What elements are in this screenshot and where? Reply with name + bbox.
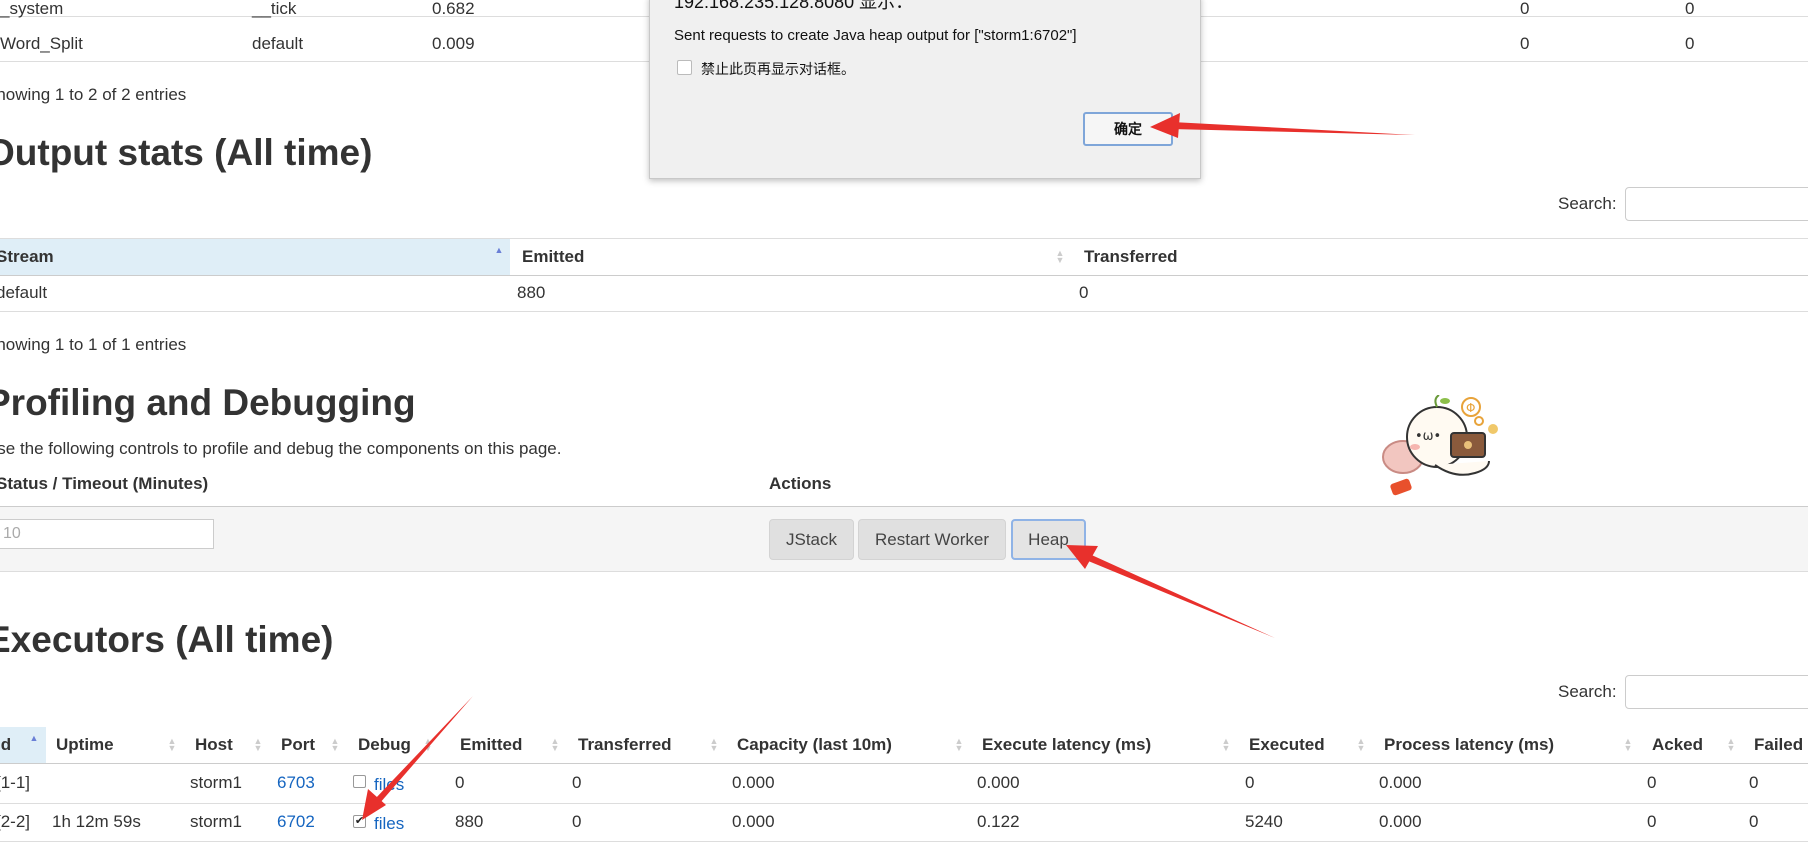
- exec-row-1-proc-latency: 0.000: [1379, 773, 1422, 792]
- exec-row-1-capacity: 0.000: [732, 773, 775, 792]
- exec-row-1-debug-checkbox[interactable]: [353, 775, 366, 788]
- exec-row-1-host: storm1: [190, 773, 242, 792]
- th-process-latency[interactable]: Process latency (ms): [1384, 735, 1554, 755]
- svg-text:Φ: Φ: [1466, 401, 1475, 415]
- sort-icon: ▲ ▼: [330, 736, 340, 753]
- svg-text:•ω•: •ω•: [1415, 429, 1441, 444]
- sort-icon: ▲ ▼: [954, 736, 964, 753]
- th-uptime[interactable]: Uptime: [56, 735, 114, 755]
- dialog-message: Sent requests to create Java heap output…: [674, 27, 1077, 44]
- timeout-input[interactable]: 10: [0, 519, 214, 549]
- exec-row-1-files-link[interactable]: files: [374, 775, 404, 795]
- timeout-placeholder: 10: [3, 525, 21, 542]
- exec-row-1-port-link[interactable]: 6703: [277, 773, 315, 793]
- jstack-button[interactable]: JStack: [769, 519, 854, 560]
- output-stats-search-input[interactable]: [1625, 187, 1808, 221]
- exec-row-2-executed: 5240: [1245, 812, 1283, 831]
- executors-search-label: Search:: [1558, 682, 1617, 701]
- exec-row-2-exec-latency: 0.122: [977, 812, 1020, 831]
- exec-row-2-emitted: 880: [455, 812, 484, 831]
- os-row-transferred: 0: [1079, 283, 1089, 302]
- os-row-emitted: 880: [517, 283, 546, 302]
- exec-row-1-id: [1-1]: [0, 773, 31, 792]
- dialog-title: 192.168.235.128:8080 显示：: [674, 0, 914, 12]
- restart-worker-button[interactable]: Restart Worker: [858, 519, 1006, 560]
- output-stats-search-label: Search:: [1558, 194, 1617, 213]
- exec-row-2-transferred: 0: [572, 812, 582, 831]
- top-row-1-col5: 0: [1685, 0, 1695, 18]
- sort-icon: ▲ ▼: [1221, 736, 1231, 753]
- exec-row-2-acked: 0: [1647, 812, 1657, 831]
- top-row-1-stream: _system: [0, 0, 64, 18]
- th-actions: Actions: [769, 474, 832, 493]
- mascot-sticker-image: •ω• Φ: [1382, 395, 1498, 496]
- th-execute-latency[interactable]: Execute latency (ms): [982, 735, 1151, 755]
- exec-row-2-host: storm1: [190, 812, 242, 831]
- executors-title: Executors (All time): [0, 619, 334, 660]
- exec-row-1-failed: 0: [1749, 773, 1759, 792]
- th-capacity[interactable]: Capacity (last 10m): [737, 735, 892, 755]
- top-row-2-col4: 0: [1520, 34, 1530, 53]
- th-failed[interactable]: Failed: [1754, 735, 1803, 755]
- th-status-timeout: Status / Timeout (Minutes): [0, 474, 209, 493]
- top-table-info: Showing 1 to 2 of 2 entries: [0, 85, 187, 104]
- exec-row-1-emitted: 0: [455, 773, 465, 792]
- sort-icon: ▲ ▼: [709, 736, 719, 753]
- th-executed[interactable]: Executed: [1249, 735, 1325, 755]
- th-transferred[interactable]: Transferred: [1084, 247, 1178, 267]
- exec-row-1-executed: 0: [1245, 773, 1255, 792]
- exec-row-1-acked: 0: [1647, 773, 1657, 792]
- top-row-2-col2: default: [252, 34, 304, 53]
- exec-row-2-id: [2-2]: [0, 812, 31, 831]
- top-row-2-stream: Word_Split: [0, 34, 83, 53]
- exec-row-2-capacity: 0.000: [732, 812, 775, 831]
- output-stats-title: Output stats (All time): [0, 132, 373, 173]
- th-port[interactable]: Port: [281, 735, 315, 755]
- sort-asc-icon: ▲: [29, 733, 39, 743]
- top-row-2-col3: 0.009: [432, 34, 475, 53]
- heap-button[interactable]: Heap: [1011, 519, 1086, 560]
- os-row-stream: default: [0, 283, 48, 302]
- exec-row-2-failed: 0: [1749, 812, 1759, 831]
- exec-row-2-proc-latency: 0.000: [1379, 812, 1422, 831]
- profiling-title: Profiling and Debugging: [0, 382, 416, 423]
- exec-row-2-uptime: 1h 12m 59s: [52, 812, 141, 831]
- sort-icon: ▲ ▼: [167, 736, 177, 753]
- top-row-1-col2: __tick: [252, 0, 297, 18]
- alert-dialog: 192.168.235.128:8080 显示： Sent requests t…: [649, 0, 1201, 179]
- sort-asc-icon: ▲: [494, 245, 504, 255]
- suppress-dialog-checkbox[interactable]: [677, 60, 692, 75]
- exec-row-1-transferred: 0: [572, 773, 582, 792]
- dialog-ok-button[interactable]: 确定: [1083, 112, 1173, 146]
- th-emitted[interactable]: Emitted: [460, 735, 522, 755]
- th-stream[interactable]: Stream: [0, 247, 54, 267]
- th-host[interactable]: Host: [195, 735, 233, 755]
- sort-icon: ▲ ▼: [253, 736, 263, 753]
- exec-row-1-exec-latency: 0.000: [977, 773, 1020, 792]
- stream-header-cell[interactable]: [0, 239, 510, 275]
- sort-icon: ▲ ▼: [1356, 736, 1366, 753]
- th-id[interactable]: Id: [0, 735, 11, 755]
- th-emitted[interactable]: Emitted: [522, 247, 584, 267]
- sort-icon: ▲ ▼: [1726, 736, 1736, 753]
- th-transferred[interactable]: Transferred: [578, 735, 672, 755]
- exec-row-2-files-link[interactable]: files: [374, 814, 404, 834]
- top-row-2-col5: 0: [1685, 34, 1695, 53]
- sort-icon: ▲ ▼: [550, 736, 560, 753]
- th-acked[interactable]: Acked: [1652, 735, 1703, 755]
- executors-search-input[interactable]: [1625, 675, 1808, 709]
- sort-icon: ▲ ▼: [423, 736, 433, 753]
- top-row-1-col3: 0.682: [432, 0, 475, 18]
- exec-row-2-port-link[interactable]: 6702: [277, 812, 315, 832]
- th-debug[interactable]: Debug: [358, 735, 411, 755]
- arrow-to-ok-icon: [1171, 122, 1415, 135]
- exec-row-2-debug-checkbox[interactable]: ✔: [353, 815, 366, 828]
- profiling-description: Use the following controls to profile an…: [0, 439, 562, 458]
- sort-icon: ▲ ▼: [1055, 248, 1065, 265]
- top-row-1-col4: 0: [1520, 0, 1530, 18]
- sort-icon: ▲ ▼: [1623, 736, 1633, 753]
- suppress-dialog-label: 禁止此页再显示对话框。: [701, 61, 855, 77]
- output-stats-info: Showing 1 to 1 of 1 entries: [0, 335, 187, 354]
